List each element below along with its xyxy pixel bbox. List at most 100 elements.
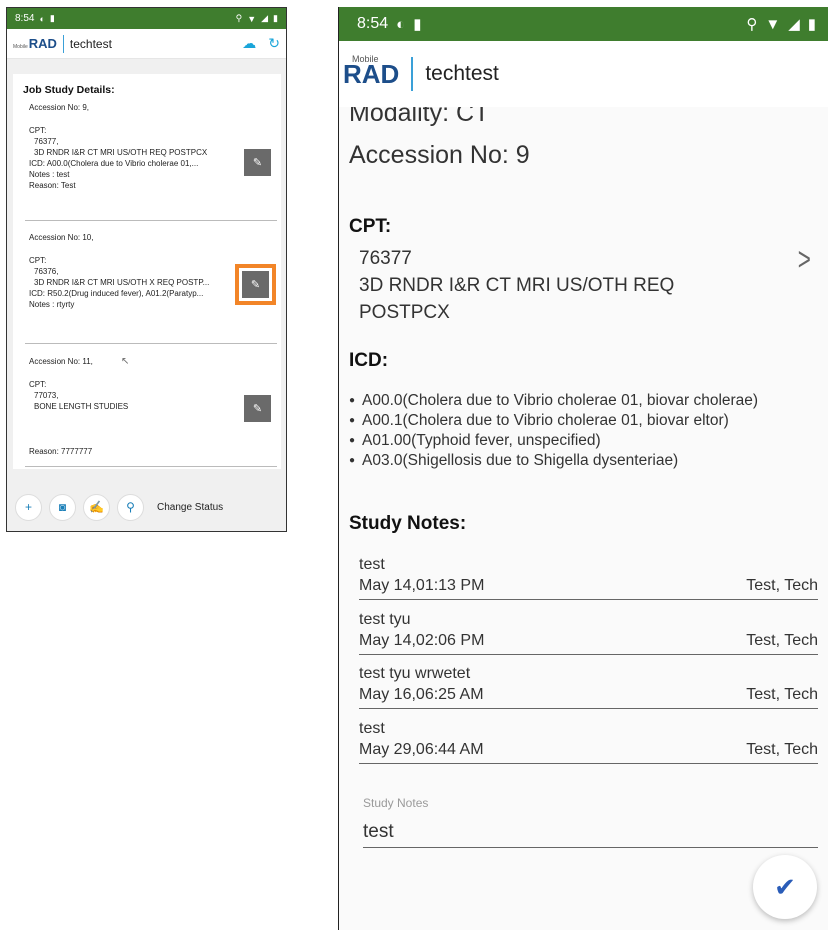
- cpt-code: 76376,: [34, 267, 59, 276]
- edit-button[interactable]: ✎: [242, 271, 269, 298]
- note-author: Test, Tech: [746, 577, 818, 594]
- bottom-toolbar: + ◙ ✍ ⚲ Change Status: [7, 483, 286, 531]
- cloud-sync-icon[interactable]: ☁: [242, 35, 256, 52]
- location-status-icon: ⚲: [746, 16, 758, 33]
- location-button[interactable]: ⚲: [117, 493, 144, 521]
- edit-icon: ✎: [252, 403, 263, 415]
- icd-item: ● A01.00(Typhoid fever, unspecified): [349, 432, 601, 450]
- mouse-cursor-icon: ↖: [121, 356, 130, 367]
- icd-heading: ICD:: [349, 350, 389, 371]
- brand-name: techtest: [69, 36, 112, 51]
- cpt-description: 3D RNDR I&R CT MRI US/OTH X REQ POSTP...: [34, 278, 210, 287]
- app-bar: Mobile RAD techtest: [339, 41, 828, 107]
- job-study-title: Job Study Details:: [23, 84, 115, 96]
- signature-button[interactable]: ✍: [83, 493, 110, 521]
- sd-card-icon: ▮: [49, 13, 55, 23]
- plus-icon: +: [24, 500, 32, 514]
- save-fab-button[interactable]: ✔: [753, 855, 817, 919]
- sd-card-icon: ▮: [413, 16, 422, 33]
- cpt-label: CPT:: [29, 380, 47, 389]
- study-item[interactable]: Accession No: 9, CPT: 76377, 3D RNDR I&R…: [29, 102, 207, 191]
- add-button[interactable]: +: [15, 493, 42, 521]
- signature-icon: ✍: [89, 500, 104, 514]
- reason-text: Reason: 7777777: [29, 447, 93, 456]
- battery-icon: ▮: [807, 16, 816, 33]
- status-bar: 8:54 ◐ ▮ ⚲ ▼ ◢ ▮: [7, 8, 286, 29]
- note-text: test: [359, 556, 385, 573]
- study-notes-input[interactable]: test: [363, 817, 818, 847]
- change-status-button[interactable]: Change Status: [157, 502, 223, 513]
- wifi-icon: ▼: [765, 15, 781, 33]
- logo-separator: [411, 57, 414, 91]
- study-notes-heading: Study Notes:: [349, 513, 467, 534]
- status-time: 8:54: [15, 13, 35, 24]
- brand-name: techtest: [425, 62, 499, 85]
- edit-button[interactable]: ✎: [244, 395, 271, 422]
- right-phone-screen: 8:54 ◐ ▮ ⚲ ▼ ◢ ▮ Mobile RAD techtest Moda…: [338, 7, 828, 930]
- note-author: Test, Tech: [746, 686, 818, 703]
- study-item[interactable]: Accession No: 11, CPT: 77073, BONE LENGT…: [29, 356, 128, 457]
- note-item: test May 14,01:13 PM Test, Tech: [359, 555, 818, 600]
- cpt-code: 76377,: [34, 137, 59, 146]
- refresh-icon[interactable]: ↻: [268, 35, 280, 52]
- divider: [25, 220, 277, 221]
- study-notes-field-label: Study Notes: [363, 796, 429, 810]
- cpt-description: 3D RNDR I&R CT MRI US/OTH REQ POSTPCX: [34, 148, 208, 157]
- accession-label: Accession No: 10,: [29, 233, 94, 242]
- status-time: 8:54: [357, 15, 389, 32]
- app-bar: Mobile RAD techtest ☁ ↻: [7, 29, 286, 59]
- icd-text: ICD: R50.2(Drug induced fever), A01.2(Pa…: [29, 289, 204, 298]
- cpt-description: BONE LENGTH STUDIES: [34, 402, 129, 411]
- study-item[interactable]: Accession No: 10, CPT: 76376, 3D RNDR I&…: [29, 232, 209, 310]
- app-notification-icon: ◐: [396, 15, 406, 33]
- edit-icon: ✎: [252, 157, 263, 169]
- battery-icon: ▮: [273, 13, 278, 23]
- cpt-code: 76377: [359, 248, 412, 269]
- icd-text: ICD: A00.0(Cholera due to Vibrio cholera…: [29, 159, 199, 168]
- icd-item: ● A00.1(Cholera due to Vibrio cholerae 01…: [349, 412, 729, 430]
- cpt-description: POSTPCX: [359, 302, 450, 323]
- divider: [25, 466, 277, 467]
- note-item: test May 29,06:44 AM Test, Tech: [359, 719, 818, 764]
- note-date: May 14,01:13 PM: [359, 577, 485, 594]
- cpt-label: CPT:: [29, 256, 47, 265]
- status-bar: 8:54 ◐ ▮ ⚲ ▼ ◢ ▮: [339, 7, 828, 41]
- note-date: May 16,06:25 AM: [359, 686, 484, 703]
- mobile-rad-logo: Mobile RAD: [13, 36, 57, 51]
- chevron-right-icon[interactable]: >: [798, 243, 811, 275]
- accession-number: Accession No: 9: [349, 141, 530, 169]
- note-date: May 29,06:44 AM: [359, 741, 484, 758]
- edit-icon: ✎: [250, 279, 261, 291]
- logo-separator: [62, 34, 64, 53]
- note-item: test tyu May 14,02:06 PM Test, Tech: [359, 610, 818, 655]
- signal-icon: ◢: [261, 13, 269, 23]
- cpt-description: 3D RNDR I&R CT MRI US/OTH REQ: [359, 275, 675, 296]
- study-notes-field[interactable]: Study Notes test: [363, 795, 818, 848]
- camera-icon: ◙: [58, 500, 67, 514]
- notes-text: Notes : rtyrty: [29, 300, 75, 309]
- note-text: test: [359, 720, 385, 737]
- accession-label: Accession No: 9,: [29, 103, 90, 112]
- cpt-code: 77073,: [34, 391, 59, 400]
- mobile-rad-logo: Mobile RAD: [343, 54, 400, 89]
- cpt-label: CPT:: [29, 126, 47, 135]
- signal-icon: ◢: [788, 16, 800, 33]
- note-text: test tyu wrwetet: [359, 665, 471, 682]
- cpt-heading: CPT:: [349, 216, 392, 237]
- wifi-icon: ▼: [247, 13, 257, 24]
- reason-text: Reason: Test: [29, 181, 76, 190]
- job-study-card: Job Study Details: Accession No: 9, CPT:…: [13, 74, 281, 469]
- note-item: test tyu wrwetet May 16,06:25 AM Test, Te…: [359, 664, 818, 709]
- app-notification-icon: ◐: [39, 13, 45, 24]
- note-text: test tyu: [359, 611, 411, 628]
- location-status-icon: ⚲: [235, 13, 243, 23]
- icd-item: ● A03.0(Shigellosis due to Shigella dysen…: [349, 452, 679, 470]
- camera-button[interactable]: ◙: [49, 493, 76, 521]
- note-date: May 14,02:06 PM: [359, 632, 485, 649]
- notes-text: Notes : test: [29, 170, 70, 179]
- icd-list: ● A00.0(Cholera due to Vibrio cholerae 01…: [349, 391, 758, 471]
- note-author: Test, Tech: [746, 632, 818, 649]
- edit-button[interactable]: ✎: [244, 149, 271, 176]
- cpt-details[interactable]: 76377 3D RNDR I&R CT MRI US/OTH REQ POST…: [359, 245, 674, 326]
- divider: [25, 343, 277, 344]
